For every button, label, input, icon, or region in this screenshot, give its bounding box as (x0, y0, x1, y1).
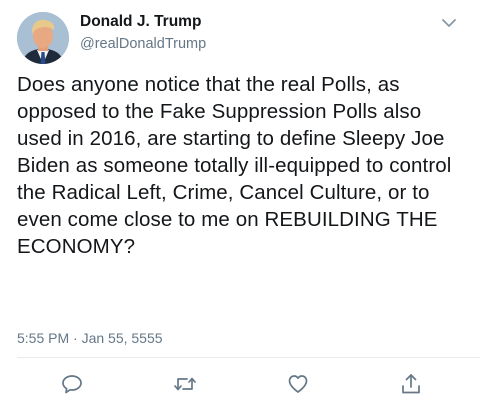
tweet-menu-button[interactable] (438, 14, 460, 32)
share-button[interactable] (397, 370, 425, 398)
tweet-text: Does anyone notice that the real Polls, … (17, 73, 452, 258)
author-name[interactable]: Donald J. Trump (80, 13, 201, 31)
divider (17, 357, 480, 358)
author-handle[interactable]: @realDonaldTrump (80, 36, 206, 52)
reply-button[interactable] (58, 370, 86, 398)
share-icon (402, 374, 420, 394)
tweet-actions (0, 370, 480, 400)
chevron-down-icon (442, 19, 456, 27)
reply-icon (62, 375, 82, 394)
tweet-card: Donald J. Trump @realDonaldTrump Does an… (0, 0, 480, 410)
retweet-icon (174, 377, 196, 391)
avatar[interactable] (17, 12, 69, 64)
like-button[interactable] (284, 370, 312, 398)
tweet-timestamp[interactable]: 5:55 PM · Jan 55, 5555 (17, 330, 163, 346)
heart-icon (288, 375, 308, 393)
retweet-button[interactable] (171, 370, 199, 398)
avatar-image (17, 12, 69, 64)
